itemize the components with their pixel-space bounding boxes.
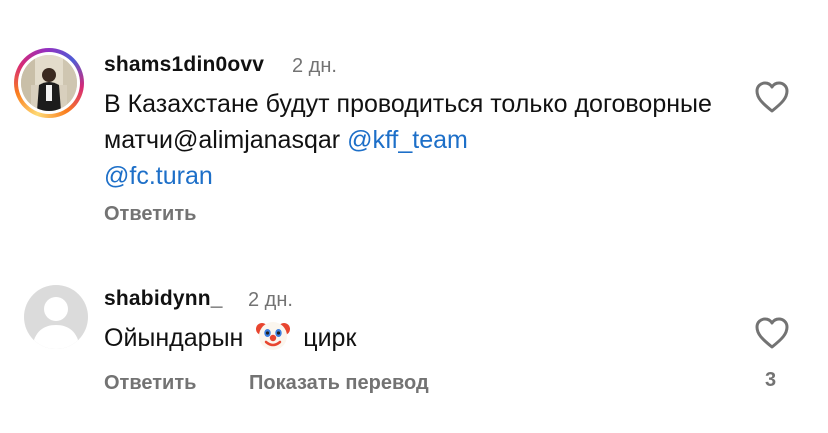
default-avatar[interactable] <box>24 285 88 349</box>
comment-username[interactable]: shabidynn_ <box>104 287 223 311</box>
reply-button[interactable]: Ответить <box>104 203 196 226</box>
like-count: 3 <box>765 369 777 391</box>
user-silhouette-icon <box>32 297 80 349</box>
comment-username[interactable]: shams1din0ovv <box>104 53 264 77</box>
comment-item: shabidynn_ 2 дн. Ойындарын цирк Ответить… <box>0 270 828 430</box>
story-avatar[interactable] <box>14 48 84 118</box>
comment-body-end: цирк <box>303 324 357 352</box>
comment-item: shams1din0ovv 2 дн. В Казахстане будут п… <box>0 0 828 250</box>
comment-text: Ойындарын цирк <box>104 318 724 356</box>
comment-body-start: Ойындарын <box>104 324 244 352</box>
reply-button[interactable]: Ответить <box>104 372 196 395</box>
avatar-photo <box>21 55 77 111</box>
heart-icon[interactable] <box>754 316 790 350</box>
clown-face-icon <box>256 322 291 350</box>
heart-icon[interactable] <box>754 80 790 114</box>
mention-link[interactable]: @fc.turan <box>104 162 213 190</box>
avatar-image <box>21 55 77 111</box>
comment-timestamp: 2 дн. <box>248 289 293 311</box>
mention-link[interactable]: @kff_team <box>347 126 468 154</box>
comment-timestamp: 2 дн. <box>292 55 337 77</box>
comment-text: В Казахстане будут проводиться только до… <box>104 86 724 194</box>
show-translation-button[interactable]: Показать перевод <box>249 372 429 395</box>
